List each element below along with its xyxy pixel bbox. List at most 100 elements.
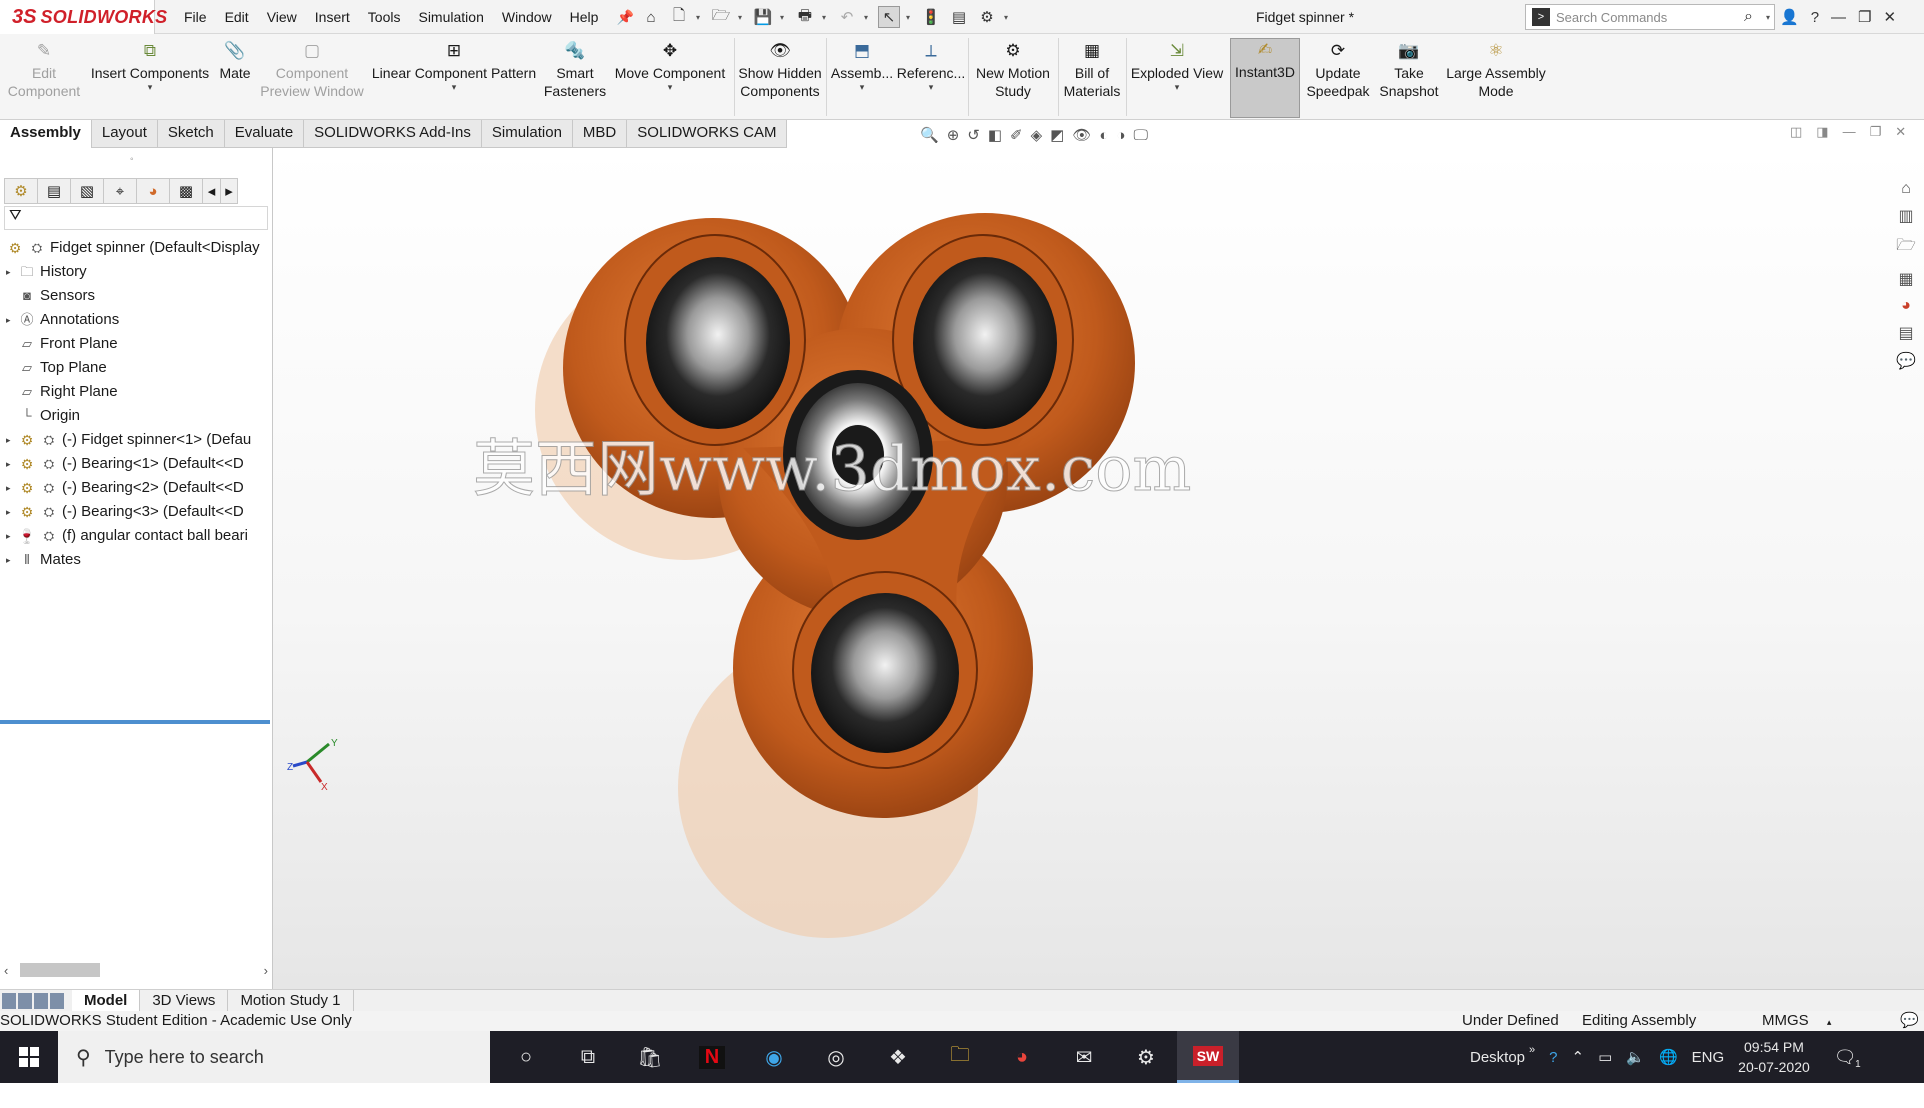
new-document-icon[interactable]: 🗋 [668, 6, 690, 28]
search-commands-input[interactable]: Search Commands [1556, 10, 1744, 25]
chrome-icon[interactable]: ◕ [991, 1031, 1053, 1083]
expand-arrow-icon[interactable]: ▸ [6, 308, 18, 332]
fidget-spinner-model[interactable] [273, 148, 1924, 989]
tab-sketch[interactable]: Sketch [157, 120, 225, 148]
menu-help[interactable]: Help [561, 0, 608, 34]
tree-horizontal-scrollbar[interactable]: ‹ › [4, 960, 268, 980]
reference-geometry-button[interactable]: ⟂ Referenc... ▾ [896, 40, 966, 118]
expand-arrow-icon[interactable]: ▸ [6, 524, 18, 548]
undo-dropdown-icon[interactable]: ▾ [864, 13, 872, 22]
cam-tab-icon[interactable]: ▩ [169, 178, 202, 204]
netflix-icon[interactable]: N [681, 1031, 743, 1083]
tree-item-bearing-2[interactable]: ▸ ⚙ ⛭ (-) Bearing<2> (Default<<D [0, 476, 272, 500]
file-properties-icon[interactable]: ▤ [948, 6, 970, 28]
search-icon[interactable]: ⌕ [1744, 8, 1766, 26]
bill-of-materials-button[interactable]: ▦ Bill of Materials [1060, 40, 1124, 118]
move-component-button[interactable]: ✥ Move Component ▾ [608, 40, 732, 118]
tree-item-mates[interactable]: ▸ ⫴ Mates [0, 548, 272, 572]
view-palette-icon[interactable]: ▦ [1898, 269, 1913, 289]
menu-simulation[interactable]: Simulation [409, 0, 492, 34]
unit-system-selector[interactable]: MMGS ▴ [1762, 1011, 1831, 1032]
configuration-manager-tab-icon[interactable]: ▧ [70, 178, 103, 204]
options-dropdown-icon[interactable]: ▾ [1004, 13, 1012, 22]
print-icon[interactable]: 🖶 [794, 6, 816, 28]
tree-item-fidget-spinner-part[interactable]: ▸ ⚙ ⛭ (-) Fidget spinner<1> (Defau [0, 428, 272, 452]
last-tab-nav-icon[interactable] [50, 992, 64, 1009]
dynamic-annotation-icon[interactable]: ✐ [1010, 126, 1023, 144]
desktop-toolbar-label[interactable]: Desktop [1470, 1049, 1525, 1066]
smart-fasteners-button[interactable]: 🔩 Smart Fasteners [542, 40, 608, 118]
file-explorer-icon[interactable]: 🗁 [1896, 234, 1916, 261]
viewport-restore-icon[interactable]: ❐ [1870, 124, 1882, 140]
show-hidden-components-button[interactable]: 👁 Show Hidden Components [736, 40, 824, 118]
settings-gear-icon[interactable]: ⚙ [1115, 1031, 1177, 1083]
assembly-features-dropdown-icon[interactable]: ▾ [860, 82, 865, 92]
feature-manager-tab-icon[interactable]: ⚙ [4, 178, 37, 204]
dropbox-icon[interactable]: ❖ [867, 1031, 929, 1083]
tab-3d-views[interactable]: 3D Views [140, 989, 229, 1012]
close-icon[interactable]: ✕ [1883, 8, 1896, 26]
mail-icon[interactable]: ✉ [1053, 1031, 1115, 1083]
tab-solidworks-cam[interactable]: SOLIDWORKS CAM [627, 120, 788, 148]
print-dropdown-icon[interactable]: ▾ [822, 13, 830, 22]
menu-view[interactable]: View [258, 0, 306, 34]
custom-properties-icon[interactable]: ▤ [1898, 323, 1913, 343]
search-dropdown-icon[interactable]: ▾ [1766, 13, 1774, 22]
display-manager-tab-icon[interactable]: ◕ [136, 178, 169, 204]
graphics-area[interactable]: 莫西网www.3dmox.com Y Z X [273, 148, 1924, 989]
tab-layout[interactable]: Layout [91, 120, 158, 148]
mate-button[interactable]: 📎 Mate [212, 40, 258, 118]
tab-mbd[interactable]: MBD [572, 120, 628, 148]
open-dropdown-icon[interactable]: ▾ [738, 13, 746, 22]
desktop-chevron-icon[interactable]: » [1529, 1044, 1535, 1056]
prev-tab-nav-icon[interactable] [18, 992, 32, 1009]
tabs-scroll-left-icon[interactable]: ◂ [202, 178, 220, 204]
move-component-dropdown-icon[interactable]: ▾ [668, 82, 673, 92]
save-icon[interactable]: 💾 [752, 6, 774, 28]
edit-component-button[interactable]: ✎ Edit Component [0, 40, 88, 118]
solidworks-logo[interactable]: 3S SOLIDWORKS [0, 0, 167, 34]
exploded-view-dropdown-icon[interactable]: ▾ [1175, 82, 1180, 92]
instant3d-button[interactable]: ✍ Instant3D [1230, 38, 1300, 118]
insert-components-dropdown-icon[interactable]: ▾ [148, 82, 153, 92]
expand-arrow-icon[interactable]: ▸ [6, 476, 18, 500]
home-icon[interactable]: ⌂ [640, 6, 662, 28]
menu-insert[interactable]: Insert [306, 0, 359, 34]
restore-icon[interactable]: ❐ [1858, 8, 1871, 26]
quick-tips-icon[interactable]: 💬 [1900, 1011, 1919, 1031]
split-view-icon[interactable]: ◫ [1790, 124, 1802, 140]
volume-icon[interactable]: 🔈 [1626, 1048, 1645, 1066]
tree-item-sensors[interactable]: ◙ Sensors [0, 284, 272, 308]
solidworks-taskbar-icon[interactable]: SW [1177, 1031, 1239, 1083]
tree-item-history[interactable]: ▸ 🗀 History [0, 260, 272, 284]
menu-edit[interactable]: Edit [216, 0, 258, 34]
tree-item-top-plane[interactable]: ▱ Top Plane [0, 356, 272, 380]
task-view-icon[interactable]: ⧉ [557, 1031, 619, 1083]
tree-item-angular-contact-ball-bearing[interactable]: ▸ 🍷 ⛭ (f) angular contact ball beari [0, 524, 272, 548]
filter-box[interactable]: ⛛ [4, 206, 268, 230]
clock[interactable]: 09:54 PM 20-07-2020 [1738, 1037, 1810, 1077]
expand-arrow-icon[interactable]: ▸ [6, 548, 18, 572]
rebuild-icon[interactable]: 🚦 [920, 6, 942, 28]
tree-item-bearing-3[interactable]: ▸ ⚙ ⛭ (-) Bearing<3> (Default<<D [0, 500, 272, 524]
hide-show-items-icon[interactable]: 👁 [1072, 126, 1091, 144]
forum-icon[interactable]: 💬 [1896, 351, 1916, 371]
zoom-to-area-icon[interactable]: ⊕ [947, 126, 960, 144]
start-button[interactable] [0, 1031, 58, 1083]
view-settings-icon[interactable]: 🖵 [1134, 127, 1148, 144]
design-library-icon[interactable]: ▥ [1898, 206, 1913, 226]
dimxpert-tab-icon[interactable]: ⌖ [103, 178, 136, 204]
battery-icon[interactable]: ▭ [1598, 1048, 1612, 1066]
display-style-icon[interactable]: ◩ [1050, 126, 1064, 144]
insert-components-button[interactable]: ⧉ Insert Components ▾ [88, 40, 212, 118]
edit-appearance-icon[interactable]: ◐ [1099, 127, 1108, 144]
help-icon[interactable]: ? [1811, 9, 1819, 26]
edge-browser-icon[interactable]: ◉ [743, 1031, 805, 1083]
viewport-minimize-icon[interactable]: — [1843, 124, 1856, 140]
tree-item-origin[interactable]: └ Origin [0, 404, 272, 428]
taskbar-search-box[interactable]: ⚲ Type here to search [58, 1031, 490, 1083]
menu-file[interactable]: File [175, 0, 216, 34]
show-hidden-icons-chevron-icon[interactable]: ⌃ [1572, 1048, 1585, 1066]
property-manager-tab-icon[interactable]: ▤ [37, 178, 70, 204]
tab-assembly[interactable]: Assembly [0, 120, 92, 148]
